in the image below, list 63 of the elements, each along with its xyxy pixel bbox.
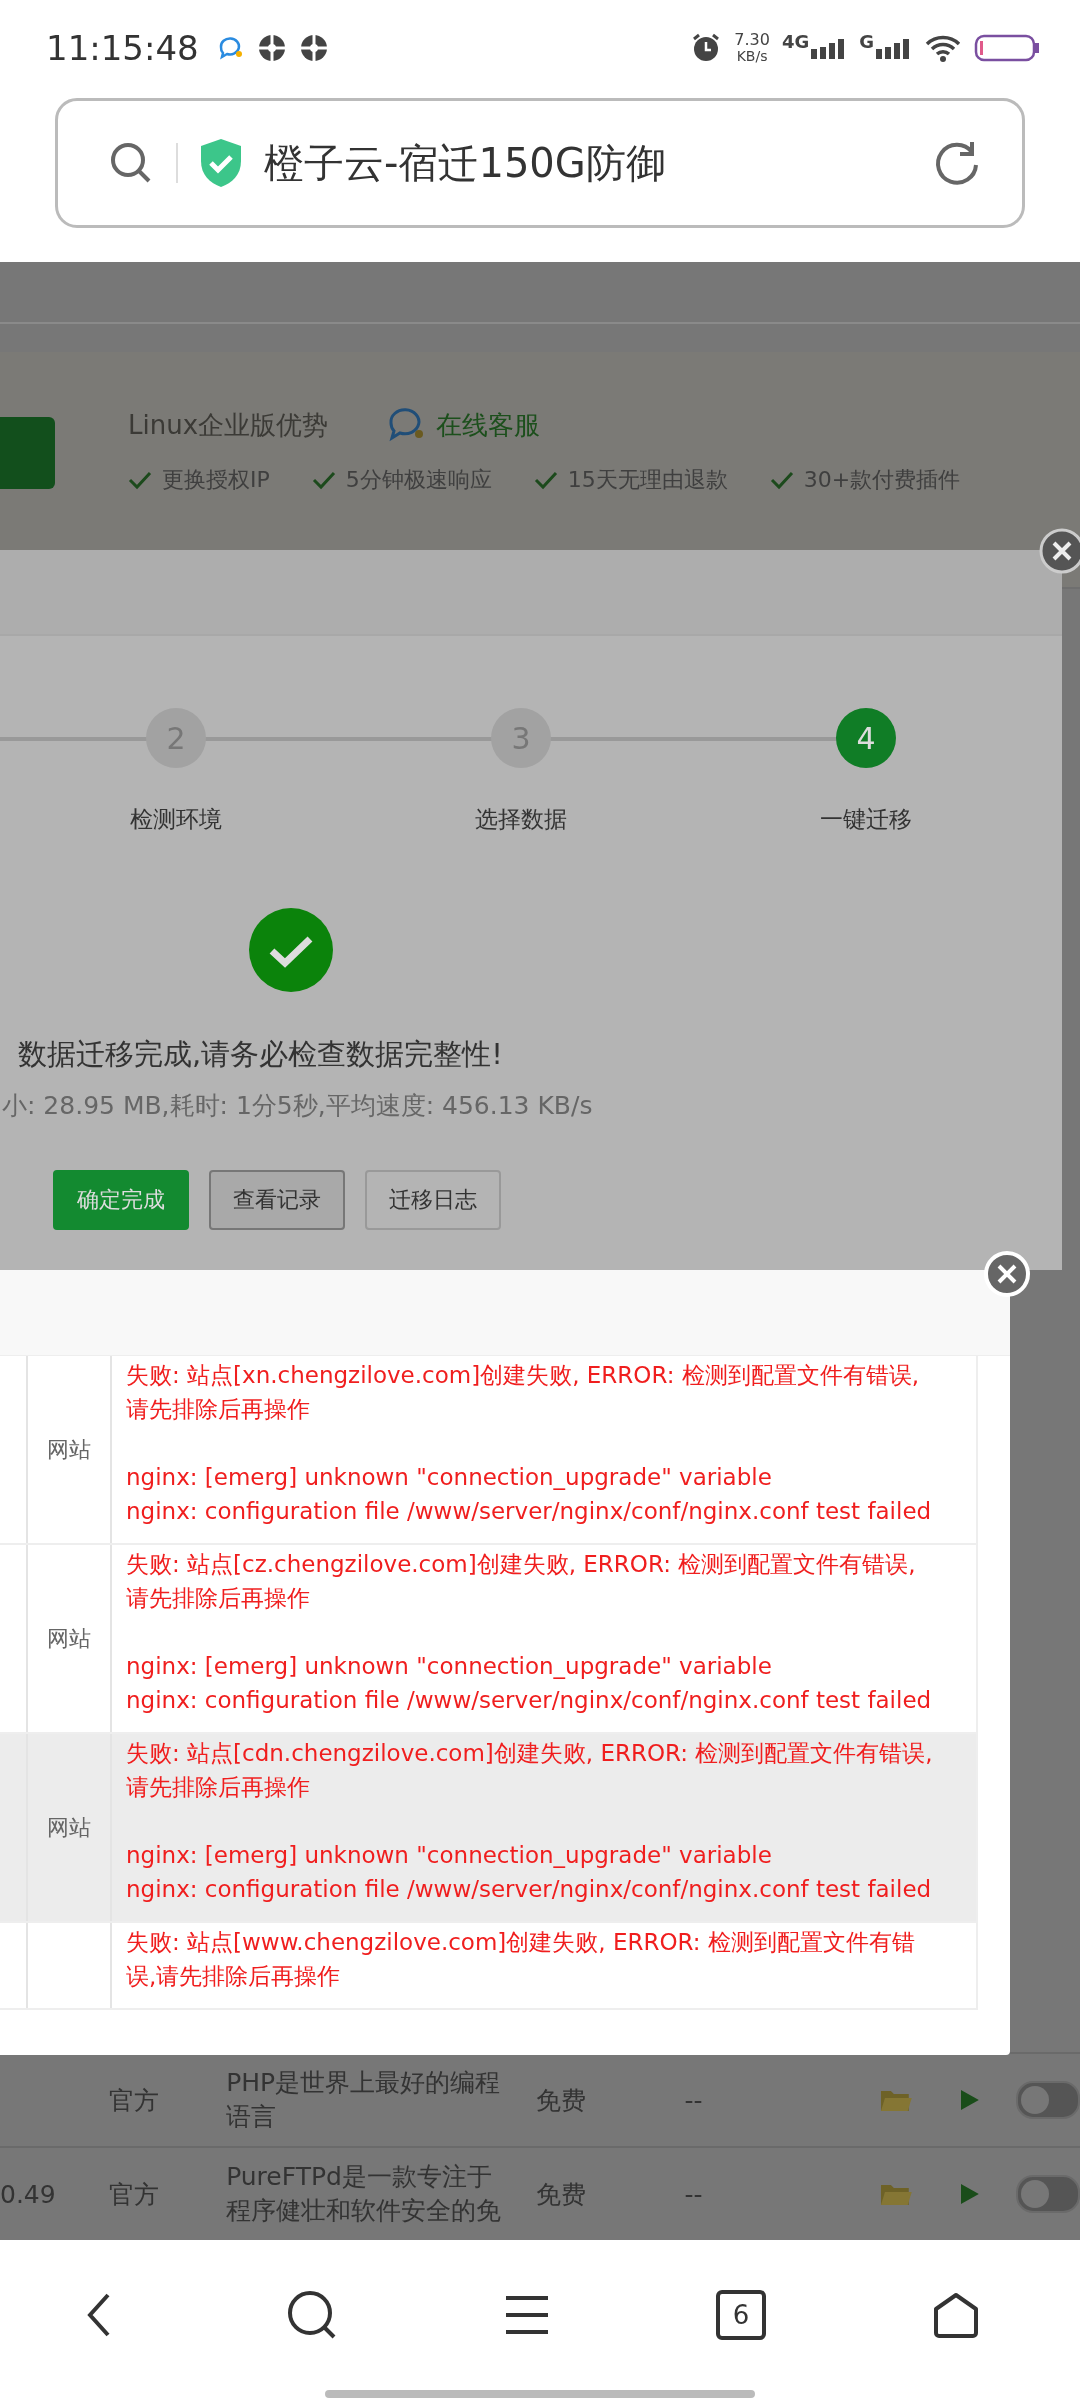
step-label: 选择数据 xyxy=(475,805,567,834)
version-text: 0.49 xyxy=(0,2179,57,2209)
description-text: PureFTPd是一款专注于 xyxy=(226,2161,493,2193)
price-text: 免费 xyxy=(535,2084,587,2117)
description-text: 语言 xyxy=(226,2101,278,2133)
error-detail: nginx: configuration file /www/server/nginx/conf/nginx.conf test failed xyxy=(126,1686,933,1715)
menu-icon[interactable] xyxy=(504,2294,550,2336)
check-icon xyxy=(128,470,152,490)
address-bar[interactable]: 橙子云-宿迁150G防御 xyxy=(55,98,1025,228)
step-label: 一键迁移 xyxy=(820,805,912,834)
feature-text: 5分钟极速响应 xyxy=(345,466,492,494)
price-text: 免费 xyxy=(535,2178,587,2211)
aperture-icon xyxy=(256,33,287,63)
feature-text: 30+款付费插件 xyxy=(803,466,961,494)
network-speed-unit: KB/s xyxy=(736,48,768,65)
aperture-icon xyxy=(298,33,329,63)
dialog-button[interactable]: 确定完成 xyxy=(53,1170,189,1230)
description-text: 程序健壮和软件安全的免 xyxy=(226,2195,503,2227)
network-speed: 7.30 xyxy=(734,31,770,48)
check-icon xyxy=(769,470,794,490)
battery-icon xyxy=(974,34,1040,62)
shield-check-icon xyxy=(198,137,244,189)
expiry-text: -- xyxy=(684,2179,704,2209)
dialog-button[interactable]: 查看记录 xyxy=(209,1170,345,1230)
description-text: PHP是世界上最好的编程 xyxy=(226,2067,502,2099)
error-detail: nginx: [emerg] unknown "connection_upgrade" variable xyxy=(126,1841,773,1870)
toggle-switch[interactable] xyxy=(1016,2175,1080,2213)
toggle-switch[interactable] xyxy=(1016,2081,1080,2119)
feature-text: 更换授权IP xyxy=(162,466,270,494)
error-detail: nginx: [emerg] unknown "connection_upgrade" variable xyxy=(126,1463,773,1492)
status-time: 11:15:48 xyxy=(46,28,199,68)
dialog-button[interactable]: 迁移日志 xyxy=(365,1170,501,1230)
error-detail: nginx: [emerg] unknown "connection_upgrade" variable xyxy=(126,1652,773,1681)
result-summary: 小: 28.95 MB,耗时: 1分5秒,平均速度: 456.13 KB/s xyxy=(2,1090,594,1122)
error-detail: nginx: configuration file /www/server/nginx/conf/nginx.conf test failed xyxy=(126,1875,933,1904)
log-type-text: 网站 xyxy=(47,1813,91,1842)
close-icon[interactable] xyxy=(1039,528,1080,574)
check-icon xyxy=(533,470,558,490)
wifi-icon xyxy=(924,33,962,63)
error-message: 失败: 站点[www.chengzilove.com]创建失败, ERROR: 检测到配置文件有错误,请先排除后再操作 xyxy=(126,1928,916,1991)
check-icon xyxy=(311,470,336,490)
search-icon[interactable] xyxy=(286,2289,338,2341)
result-title: 数据迁移完成,请务必检查数据完整性! xyxy=(18,1036,504,1073)
page-title: 橙子云-宿迁150G防御 xyxy=(264,138,666,188)
tabs-button[interactable]: 6 xyxy=(716,2290,766,2340)
home-icon[interactable] xyxy=(932,2291,980,2339)
error-message: 失败: 站点[xn.chengzilove.com]创建失败, ERROR: 检测到配置文件有错误,请先排除后再操作 xyxy=(126,1361,921,1424)
promo-title: Linux企业版优势 xyxy=(128,408,329,442)
network-type: G xyxy=(859,30,874,52)
expiry-text: -- xyxy=(684,2085,704,2115)
success-check-icon xyxy=(248,907,334,993)
source-text: 官方 xyxy=(109,2178,161,2211)
step-number: 4 xyxy=(836,708,896,768)
log-type-text: 网站 xyxy=(47,1435,91,1464)
error-detail: nginx: configuration file /www/server/nginx/conf/nginx.conf test failed xyxy=(126,1497,933,1526)
feature-text: 15天无理由退款 xyxy=(567,466,728,494)
error-message: 失败: 站点[cdn.chengzilove.com]创建失败, ERROR: 检测到配置文件有错误,请先排除后再操作 xyxy=(126,1739,934,1802)
network-type: 4G xyxy=(781,30,810,52)
signal-icon xyxy=(876,37,912,59)
step-label: 检测环境 xyxy=(130,805,222,834)
source-text: 官方 xyxy=(109,2084,161,2117)
log-type-text: 网站 xyxy=(47,1624,91,1653)
error-message: 失败: 站点[cz.chengzilove.com]创建失败, ERROR: 检测到配置文件有错误,请先排除后再操作 xyxy=(126,1550,917,1613)
